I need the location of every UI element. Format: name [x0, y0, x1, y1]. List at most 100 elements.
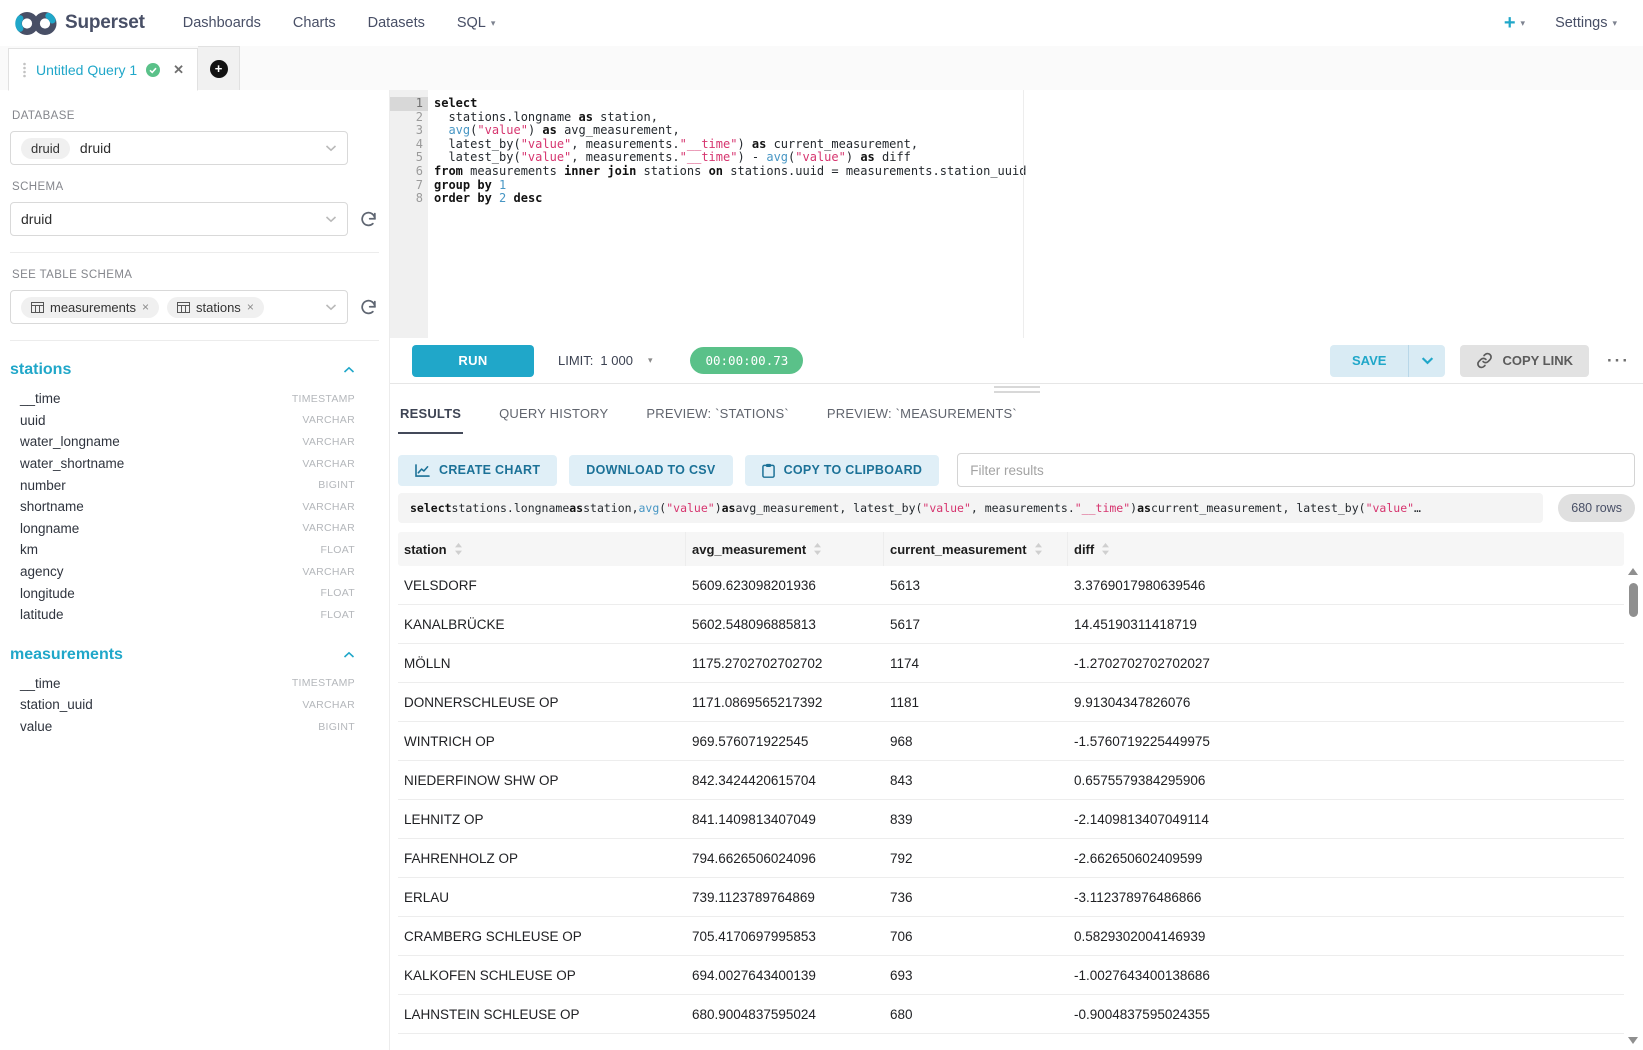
copy-link-button[interactable]: COPY LINK: [1460, 345, 1589, 377]
schema-select[interactable]: druid: [10, 202, 348, 236]
nav-item-datasets[interactable]: Datasets: [368, 15, 425, 31]
nav-item-charts[interactable]: Charts: [293, 15, 336, 31]
column-type: VARCHAR: [302, 414, 355, 426]
filter-results-input[interactable]: [957, 453, 1635, 487]
gutter-line-number: 2: [390, 111, 428, 125]
table-cell: -1.0027643400138686: [1068, 968, 1624, 983]
results-panel: RESULTS QUERY HISTORY PREVIEW: `STATIONS` P…: [390, 393, 1643, 1050]
limit-dropdown[interactable]: LIMIT: 1 000 ▾: [558, 353, 652, 368]
refresh-tables-icon[interactable]: [357, 298, 379, 317]
sort-icon[interactable]: [454, 542, 463, 556]
table-tag-label: stations: [196, 300, 241, 315]
table-cell: NIEDERFINOW SHW OP: [398, 773, 686, 788]
column-type: VARCHAR: [302, 566, 355, 578]
scrollbar-thumb[interactable]: [1629, 583, 1638, 617]
sql-editor[interactable]: 12345678 select stations.longname as sta…: [390, 90, 1643, 338]
save-split-button[interactable]: SAVE: [1330, 345, 1445, 377]
copy-to-clipboard-button[interactable]: COPY TO CLIPBOARD: [745, 455, 940, 486]
table-cell: 792: [884, 851, 1068, 866]
code-token: station,: [593, 110, 658, 124]
save-button[interactable]: SAVE: [1330, 345, 1409, 377]
table-cell: 5602.548096885813: [686, 617, 884, 632]
code-token: select: [434, 96, 477, 110]
results-scrollbar[interactable]: [1627, 568, 1639, 1044]
code-token: , measurements.: [571, 150, 679, 164]
code-token: avg_measurement, latest_by(: [735, 501, 922, 515]
settings-menu[interactable]: Settings ▾: [1555, 15, 1617, 31]
table-row[interactable]: MÖLLN1175.27027027027021174-1.2702702702…: [398, 644, 1624, 683]
nav-item-sql[interactable]: SQL▾: [457, 15, 496, 31]
table-row[interactable]: LAHNSTEIN SCHLEUSE OP680.900483759502468…: [398, 995, 1624, 1034]
table-cell: -0.9004837595024355: [1068, 1007, 1624, 1022]
create-chart-button[interactable]: CREATE CHART: [398, 455, 557, 486]
chevron-up-icon[interactable]: [343, 366, 355, 374]
query-tab-active[interactable]: Untitled Query 1 ✕: [8, 48, 198, 91]
new-item-menu[interactable]: + ▾: [1504, 13, 1525, 33]
table-row[interactable]: NIEDERFINOW SHW OP842.34244206157048430.…: [398, 761, 1624, 800]
table-row[interactable]: CRAMBERG SCHLEUSE OP705.4170697995853706…: [398, 917, 1624, 956]
save-options-caret[interactable]: [1409, 345, 1445, 377]
code-token: "__time": [680, 137, 738, 151]
table-cell: 843: [884, 773, 1068, 788]
drag-handle-icon[interactable]: [22, 62, 27, 78]
panel-splitter-handle[interactable]: [994, 386, 1040, 393]
executed-query-preview[interactable]: select stations.longname as station, avg…: [398, 493, 1543, 523]
chevron-up-icon[interactable]: [343, 651, 355, 659]
nav-item-dashboards[interactable]: Dashboards: [183, 15, 261, 31]
sort-icon[interactable]: [1034, 542, 1043, 556]
sort-icon[interactable]: [813, 542, 822, 556]
database-select[interactable]: druid druid: [10, 131, 348, 165]
code-token: "value": [795, 150, 846, 164]
editor-code[interactable]: select stations.longname as station, avg…: [428, 90, 1643, 338]
code-token: desc: [514, 191, 543, 205]
remove-table-icon[interactable]: ×: [142, 300, 149, 314]
results-tab-query-history[interactable]: QUERY HISTORY: [497, 393, 610, 434]
table-row[interactable]: LEHNITZ OP841.1409813407049839-2.1409813…: [398, 800, 1624, 839]
code-line: stations.longname as station,: [434, 111, 1643, 125]
table-cell: -2.1409813407049114: [1068, 812, 1624, 827]
results-tab-preview-stations[interactable]: PREVIEW: `STATIONS`: [644, 393, 790, 434]
table-cell: 705.4170697995853: [686, 929, 884, 944]
scroll-up-icon[interactable]: [1628, 568, 1638, 575]
add-tab-button[interactable]: +: [198, 46, 240, 91]
remove-table-icon[interactable]: ×: [247, 300, 254, 314]
superset-logo[interactable]: Superset: [14, 10, 145, 37]
code-token: stations.longname: [434, 110, 579, 124]
code-token: diff: [875, 150, 911, 164]
schema-table-header[interactable]: stations: [10, 361, 377, 379]
table-row[interactable]: DONNERSCHLEUSE OP1171.086956521739211819…: [398, 683, 1624, 722]
column-header-diff[interactable]: diff: [1068, 532, 1624, 566]
download-csv-button[interactable]: DOWNLOAD TO CSV: [569, 455, 732, 486]
code-token: ) -: [737, 150, 766, 164]
table-row[interactable]: VELSDORF5609.62309820193656133.376901798…: [398, 566, 1624, 605]
table-row[interactable]: ERLAU739.1123789764869736-3.112378976486…: [398, 878, 1624, 917]
refresh-schema-icon[interactable]: [357, 210, 379, 229]
column-header-avg_measurement[interactable]: avg_measurement: [686, 532, 884, 566]
table-row[interactable]: KALKOFEN SCHLEUSE OP694.0027643400139693…: [398, 956, 1624, 995]
close-tab-icon[interactable]: ✕: [173, 62, 184, 78]
table-schema-select[interactable]: measurements × stations ×: [10, 290, 348, 324]
column-type: FLOAT: [320, 544, 355, 556]
run-button[interactable]: RUN: [412, 345, 534, 377]
column-header-station[interactable]: station: [398, 532, 686, 566]
table-cell: 5609.623098201936: [686, 578, 884, 593]
scroll-down-icon[interactable]: [1628, 1037, 1638, 1044]
table-row[interactable]: KANALBRÜCKE5602.548096885813561714.45190…: [398, 605, 1624, 644]
schema-table-header[interactable]: measurements: [10, 646, 377, 664]
gutter-line-number: 6: [390, 165, 428, 179]
code-token: latest_by(: [434, 137, 521, 151]
see-table-schema-label: SEE TABLE SCHEMA: [12, 269, 379, 281]
chevron-down-icon: [325, 215, 337, 223]
table-tag-label: measurements: [50, 300, 136, 315]
table-row[interactable]: WINTRICH OP969.576071922545968-1.5760719…: [398, 722, 1624, 761]
code-token: current_measurement,: [766, 137, 918, 151]
more-options-button[interactable]: ···: [1604, 352, 1633, 369]
results-tab-preview-measurements[interactable]: PREVIEW: `MEASUREMENTS`: [825, 393, 1019, 434]
sort-icon[interactable]: [1101, 542, 1110, 556]
table-cell: 969.576071922545: [686, 734, 884, 749]
code-token: from: [434, 164, 463, 178]
column-name: uuid: [20, 413, 46, 428]
table-row[interactable]: FAHRENHOLZ OP794.6626506024096792-2.6626…: [398, 839, 1624, 878]
results-tab-results[interactable]: RESULTS: [398, 393, 463, 434]
column-header-current_measurement[interactable]: current_measurement: [884, 532, 1068, 566]
